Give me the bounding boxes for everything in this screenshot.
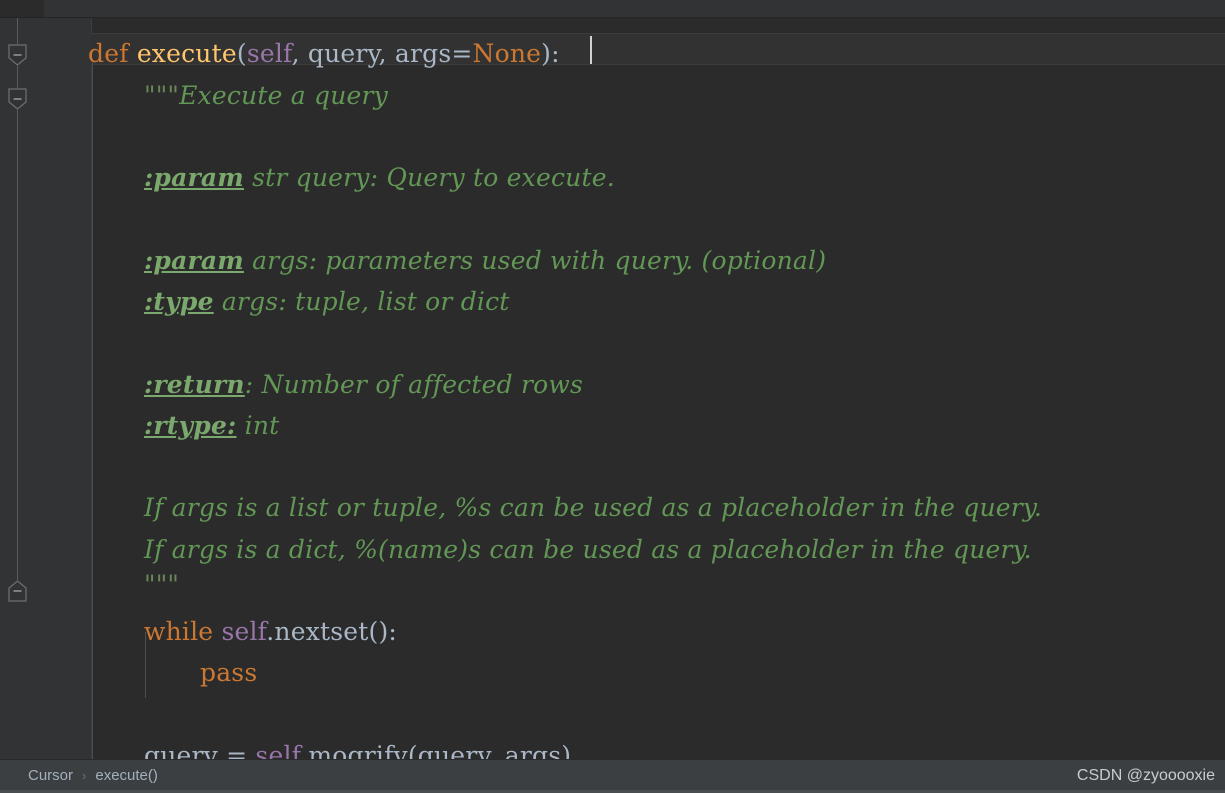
line-note-dict[interactable]: If args is a dict, %(name)s can be used … — [144, 529, 1032, 571]
line-type-args-token-0: :type — [144, 287, 214, 316]
editor-area[interactable]: def execute(self, query, args=None): """E… — [0, 18, 1225, 759]
line-param-query-token-0: :param — [144, 163, 244, 192]
line-param-args[interactable]: :param args: parameters used with query.… — [144, 240, 826, 282]
editor-top-strip-gutter — [0, 0, 44, 18]
line-def[interactable]: def execute(self, query, args=None): — [88, 33, 560, 75]
breadcrumb-item-method[interactable]: execute() — [95, 767, 158, 784]
line-param-query-token-1: str query: Query to execute. — [243, 163, 615, 192]
line-type-args-token-1: args: tuple, list or dict — [213, 287, 510, 316]
breadcrumb-item-class[interactable]: Cursor — [28, 767, 73, 784]
line-docstring-open-token-1: Execute a query — [179, 81, 388, 110]
line-def-token-0: def — [88, 39, 129, 68]
line-def-token-5: , query, args= — [291, 39, 473, 68]
watermark-label: CSDN @zyooooxie — [1076, 766, 1215, 784]
line-pass[interactable]: pass — [200, 652, 257, 694]
line-param-query[interactable]: :param str query: Query to execute. — [144, 157, 615, 199]
line-note-list[interactable]: If args is a list or tuple, %s can be us… — [144, 487, 1042, 529]
line-docstring-close[interactable]: """ — [144, 564, 179, 606]
line-def-token-7: ): — [541, 39, 560, 68]
line-docstring-close-token-0: """ — [144, 570, 180, 599]
line-while-token-2: self — [221, 617, 267, 646]
line-mogrify-token-1: self — [255, 741, 301, 759]
line-while-token-0: while — [144, 617, 214, 646]
line-def-token-4: self — [246, 39, 292, 68]
code-text-layer[interactable]: def execute(self, query, args=None): """E… — [0, 18, 1225, 759]
line-def-token-3: ( — [236, 39, 247, 68]
line-mogrify[interactable]: query = self.mogrify(query, args) — [144, 735, 571, 759]
line-pass-token-0: pass — [200, 658, 258, 687]
line-return-token-1: : Number of affected rows — [244, 370, 584, 399]
line-return-token-0: :return — [144, 370, 245, 399]
line-def-token-1 — [129, 39, 137, 68]
line-mogrify-token-0: query = — [144, 741, 256, 759]
line-note-dict-token-0: If args is a dict, %(name)s can be used … — [144, 535, 1032, 564]
line-while[interactable]: while self.nextset(): — [144, 611, 397, 653]
text-caret — [590, 36, 592, 64]
line-mogrify-token-2: .mogrify(query, args) — [300, 741, 572, 759]
line-note-list-token-0: If args is a list or tuple, %s can be us… — [144, 493, 1043, 522]
line-param-args-token-1: args: parameters used with query. (optio… — [243, 246, 827, 275]
code-editor-window: def execute(self, query, args=None): """E… — [0, 0, 1225, 793]
line-rtype[interactable]: :rtype: int — [144, 405, 279, 447]
line-rtype-token-0: :rtype: — [144, 411, 237, 440]
line-docstring-open[interactable]: """Execute a query — [144, 75, 388, 117]
line-while-token-3: .nextset(): — [266, 617, 398, 646]
breadcrumb[interactable]: Cursor › execute() — [28, 760, 158, 791]
chevron-right-icon: › — [82, 768, 87, 783]
line-rtype-token-1: int — [236, 411, 280, 440]
line-def-token-6: None — [472, 39, 542, 68]
line-def-token-2: execute — [136, 39, 237, 68]
line-type-args[interactable]: :type args: tuple, list or dict — [144, 281, 510, 323]
line-return[interactable]: :return: Number of affected rows — [144, 364, 583, 406]
line-docstring-open-token-0: """ — [144, 81, 180, 110]
status-bar: Cursor › execute() CSDN @zyooooxie — [0, 759, 1225, 793]
editor-top-strip — [0, 0, 1225, 18]
line-param-args-token-0: :param — [144, 246, 244, 275]
